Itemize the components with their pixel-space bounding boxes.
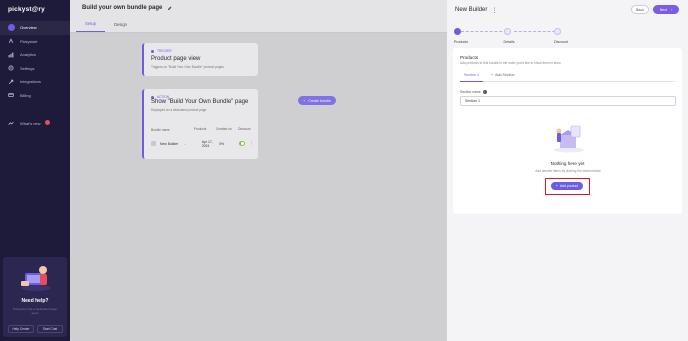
column-header: Products [193,127,207,131]
overview-icon [8,24,15,32]
bundle-table-header: Bundle name Products Created on Discount [151,127,254,133]
sidebar-item-label: Integrations [20,79,41,85]
empty-state-title: Nothing here yet [550,161,585,166]
column-header: Bundle name [151,128,170,132]
next-button[interactable]: Next › [653,5,679,14]
trigger-card: TRIGGER Product page view Triggers on "B… [142,43,258,76]
sidebar-item-label: Analytics [20,52,37,58]
sidebar-item-pickystart[interactable]: Pickystart [0,35,70,49]
help-subtitle: Pickystory has a dedicated setup team [13,307,57,315]
bundle-active-toggle[interactable] [239,141,245,146]
panel-title: New Builder [455,7,488,13]
trigger-tag: TRIGGER [151,49,172,53]
tab-section-1[interactable]: Section 1 [460,71,483,82]
sidebar-item-label: Settings [20,65,35,71]
sidebar-item-analytics[interactable]: Analytics [0,48,70,62]
settings-icon [8,65,14,71]
page-header: Build your own bundle page [70,0,447,16]
billing-icon [8,92,14,98]
empty-state-illustration-icon [554,125,584,153]
info-icon[interactable]: i [482,90,487,94]
start-chat-button[interactable]: Start Chat [37,325,63,333]
create-bundle-button[interactable]: + Create bundle [298,96,336,105]
help-title: Need help? [21,298,49,304]
page-title: Build your own bundle page [82,5,163,11]
action-card: ACTION Show "Build Your Own Bundle" page… [142,89,336,159]
plus-icon: + [555,184,558,188]
main-tabs: Setup Design [70,16,447,33]
bundle-discount: 0% [219,141,224,146]
sidebar-item-billing[interactable]: Billing [0,89,70,103]
integrations-icon [8,79,14,85]
panel-more-icon[interactable]: ⋮ [491,7,497,14]
builder-panel: New Builder ⋮ Back Next › Products Detail… [447,0,688,341]
sidebar-item-label: Overview [20,25,37,31]
section-name-input[interactable]: Section 1 [460,96,676,106]
step-details-indicator[interactable] [504,28,511,35]
products-subtitle: Add products to this bundle in the order… [460,61,562,65]
sidebar-item-whats-new[interactable]: What's new [0,117,70,131]
sidebar-item-integrations[interactable]: Integrations [0,75,70,89]
notification-badge [45,120,50,125]
sidebar-item-label: Billing [20,92,31,98]
main-content: Build your own bundle page Setup Design [70,0,447,341]
add-section-button[interactable]: + Add Section [485,71,521,81]
trigger-title: Product page view [151,56,201,62]
empty-state-subtitle: Add desired items by clicking the button… [535,169,601,173]
column-header: Created on [215,127,232,131]
action-subtitle: Displayed on a dedicated product page [151,108,207,112]
sidebar: pickyst@ry Overview Pickystart Analytics… [0,0,70,341]
products-card: Products Add products to this bundle in … [453,48,682,214]
step-label: Products [453,40,469,44]
sidebar-item-label: Pickystart [20,38,38,44]
help-illustration-icon [21,266,51,291]
step-connector [461,31,507,32]
bundle-products: - [184,141,186,146]
step-label: Discount [554,40,568,44]
logo: pickyst@ry [8,6,45,13]
chevron-right-icon: › [671,7,673,12]
back-button[interactable]: Back [631,5,649,14]
bundle-name: New Builder [160,141,179,146]
plus-icon: + [490,73,494,77]
trigger-dot-icon [151,49,154,53]
products-title: Products [460,55,479,60]
step-discount-indicator[interactable] [554,28,561,35]
section-name-label: Section name i [460,90,487,94]
table-row[interactable]: New Builder - Apr 17, 2024 0% ⋮ [151,139,254,148]
stepper: Products Details Discount [447,24,688,46]
sidebar-item-label: What's new [20,121,41,127]
more-options-icon[interactable]: ⋮ [249,141,254,147]
whats-new-icon [8,121,14,127]
help-center-button[interactable]: Help Center [8,325,34,333]
section-tabs: Section 1 + Add Section [460,71,675,82]
add-product-button[interactable]: + Add product [551,182,583,190]
step-label: Details [503,40,515,44]
column-header: Discount [238,127,251,131]
sidebar-item-settings[interactable]: Settings [0,62,70,76]
panel-header: New Builder ⋮ [447,0,688,20]
analytics-icon [8,52,14,58]
tab-setup[interactable]: Setup [76,16,105,32]
plus-icon: + [303,98,306,103]
help-box: Need help? Pickystory has a dedicated se… [3,257,67,337]
step-products-indicator[interactable] [454,28,461,35]
trigger-subtitle: Triggers on "Build Your Own Bundle" prod… [151,65,224,69]
bundle-icon [151,141,156,146]
bundle-created: Apr 17, 2024 [201,139,213,148]
tab-design[interactable]: Design [105,16,136,32]
sidebar-item-overview[interactable]: Overview [0,21,70,35]
pickystart-icon [8,38,14,44]
action-title: Show "Build Your Own Bundle" page [151,99,249,105]
edit-icon[interactable] [167,6,172,11]
